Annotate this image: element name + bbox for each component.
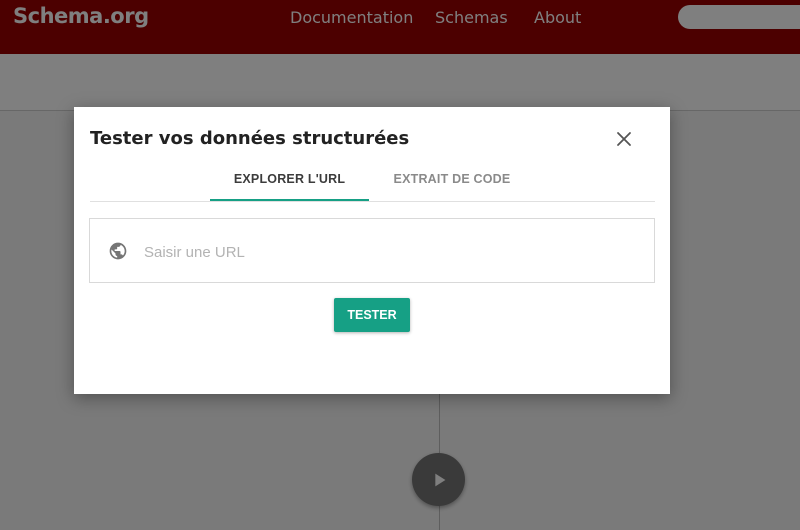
globe-icon: [109, 242, 127, 260]
dialog-tabs: Explorer l'URL Extrait de code: [90, 163, 655, 202]
test-dialog: Tester vos données structurées Explorer …: [74, 107, 670, 394]
url-input[interactable]: [142, 235, 636, 269]
url-field[interactable]: [89, 218, 655, 283]
dialog-title: Tester vos données structurées: [90, 128, 410, 149]
close-icon: [617, 132, 631, 146]
test-button[interactable]: Tester: [334, 298, 410, 332]
tab-explore-url[interactable]: Explorer l'URL: [210, 163, 369, 201]
tab-code-snippet[interactable]: Extrait de code: [380, 163, 524, 201]
close-button[interactable]: [612, 127, 636, 151]
